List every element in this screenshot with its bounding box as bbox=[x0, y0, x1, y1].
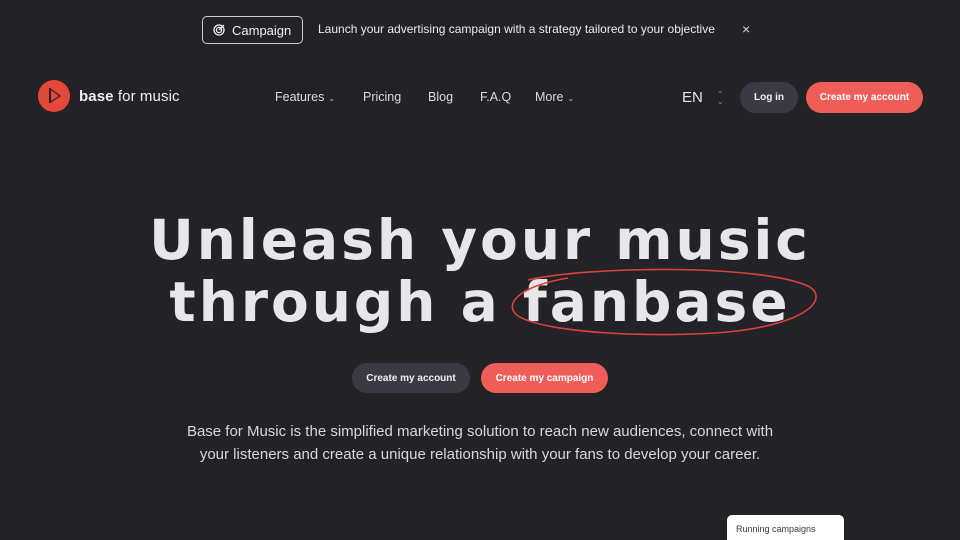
running-campaigns-card: Running campaigns bbox=[727, 515, 844, 540]
chevron-down-icon: ⌄ bbox=[567, 93, 575, 103]
close-icon[interactable]: × bbox=[742, 21, 750, 37]
brand-logo[interactable]: base for music bbox=[38, 80, 180, 112]
nav-more-label: More bbox=[535, 90, 564, 104]
updown-chevron-icon: ⌃ ⌄ bbox=[716, 89, 724, 106]
nav-item-more[interactable]: More ⌄ bbox=[535, 90, 585, 104]
nav-item-blog[interactable]: Blog bbox=[428, 90, 468, 104]
create-account-button[interactable]: Create my account bbox=[806, 82, 923, 113]
target-icon bbox=[213, 24, 225, 36]
hero-title-line-2: through a fanbase bbox=[169, 270, 791, 334]
hero-description: Base for Music is the simplified marketi… bbox=[186, 423, 774, 463]
nav-features-label: Features bbox=[275, 90, 325, 104]
language-select[interactable]: EN ⌃ ⌄ bbox=[682, 89, 724, 106]
announcement-bar: Campaign Launch your advertising campaig… bbox=[0, 16, 960, 44]
chevron-down-icon: ⌄ bbox=[328, 93, 336, 103]
nav-faq-label: F.A.Q bbox=[480, 90, 512, 104]
brand-name: base for music bbox=[79, 87, 180, 105]
campaign-pill-label: Campaign bbox=[232, 22, 292, 38]
nav-item-features[interactable]: Features ⌄ bbox=[275, 90, 345, 104]
language-value: EN bbox=[682, 89, 703, 106]
nav-item-faq[interactable]: F.A.Q bbox=[480, 90, 520, 104]
announcement-text: Launch your advertising campaign with a … bbox=[318, 22, 715, 36]
running-campaigns-label: Running campaigns bbox=[736, 524, 816, 534]
nav-item-pricing[interactable]: Pricing bbox=[363, 90, 413, 104]
logo-icon bbox=[38, 80, 70, 112]
campaign-pill-button[interactable]: Campaign bbox=[202, 16, 303, 44]
nav-pricing-label: Pricing bbox=[363, 90, 402, 104]
hero-title-line-1: Unleash your music bbox=[149, 208, 811, 272]
hero-create-campaign-button[interactable]: Create my campaign bbox=[481, 363, 608, 393]
hero-create-account-button[interactable]: Create my account bbox=[352, 363, 470, 393]
nav-blog-label: Blog bbox=[428, 90, 454, 104]
login-button[interactable]: Log in bbox=[740, 82, 798, 113]
